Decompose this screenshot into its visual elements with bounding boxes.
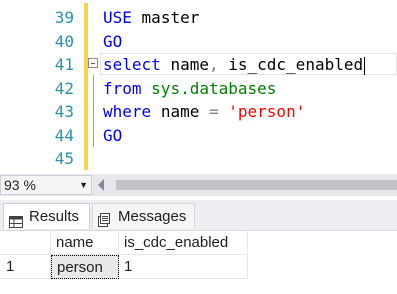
- row-header-corner[interactable]: [0, 231, 51, 255]
- collapse-icon[interactable]: [88, 58, 98, 68]
- tab-label: Messages: [118, 208, 187, 225]
- line-number: 44: [54, 125, 74, 145]
- column-header-name[interactable]: name: [51, 231, 119, 255]
- tab-messages[interactable]: Messages: [92, 203, 195, 229]
- tab-label: Results: [29, 208, 80, 225]
- code-text[interactable]: USE master: [103, 6, 199, 30]
- horizontal-scrollbar[interactable]: [96, 175, 397, 195]
- code-text[interactable]: where name = 'person': [103, 100, 305, 124]
- row-number[interactable]: 1: [0, 255, 51, 279]
- line-number: 42: [54, 78, 74, 98]
- line-number: 43: [54, 102, 74, 121]
- code-line: 41 select name, is_cdc_enabled: [0, 53, 397, 77]
- code-text[interactable]: GO: [103, 124, 122, 148]
- code-line: 44 GO: [0, 124, 397, 148]
- code-text[interactable]: from sys.databases: [103, 77, 276, 101]
- tab-results[interactable]: Results: [3, 203, 90, 229]
- results-grid[interactable]: name is_cdc_enabled 1 person 1: [0, 231, 397, 294]
- results-tab-bar: Results Messages: [0, 200, 397, 231]
- grid-cell-name[interactable]: person: [51, 255, 119, 279]
- query-editor[interactable]: 39 USE master 40 GO 41 select name, is_c…: [0, 0, 397, 172]
- code-text[interactable]: select name, is_cdc_enabled: [103, 53, 366, 77]
- code-text[interactable]: GO: [103, 30, 122, 54]
- grid-cell-is-cdc-enabled[interactable]: 1: [119, 255, 248, 279]
- line-number: 40: [54, 31, 74, 51]
- grid-header-row: name is_cdc_enabled: [0, 231, 397, 255]
- editor-status-strip: 93 % ▼: [0, 174, 397, 196]
- zoom-select[interactable]: 93 % ▼: [0, 175, 92, 195]
- line-number: 45: [54, 149, 74, 168]
- dropdown-arrow-icon: ▼: [79, 180, 88, 190]
- code-line: 42 from sys.databases: [0, 77, 397, 101]
- code-line: 45: [0, 147, 397, 171]
- scrollbar-thumb[interactable]: [116, 180, 397, 190]
- zoom-value: 93 %: [4, 177, 36, 193]
- text-caret: [364, 56, 366, 75]
- code-line: 43 where name = 'person': [0, 100, 397, 124]
- scroll-left-icon[interactable]: [98, 179, 104, 191]
- line-number: 41: [54, 55, 74, 74]
- column-header-is-cdc-enabled[interactable]: is_cdc_enabled: [119, 231, 248, 255]
- line-number: 39: [54, 8, 74, 27]
- code-line: 39 USE master: [0, 6, 397, 30]
- code-line: 40 GO: [0, 30, 397, 54]
